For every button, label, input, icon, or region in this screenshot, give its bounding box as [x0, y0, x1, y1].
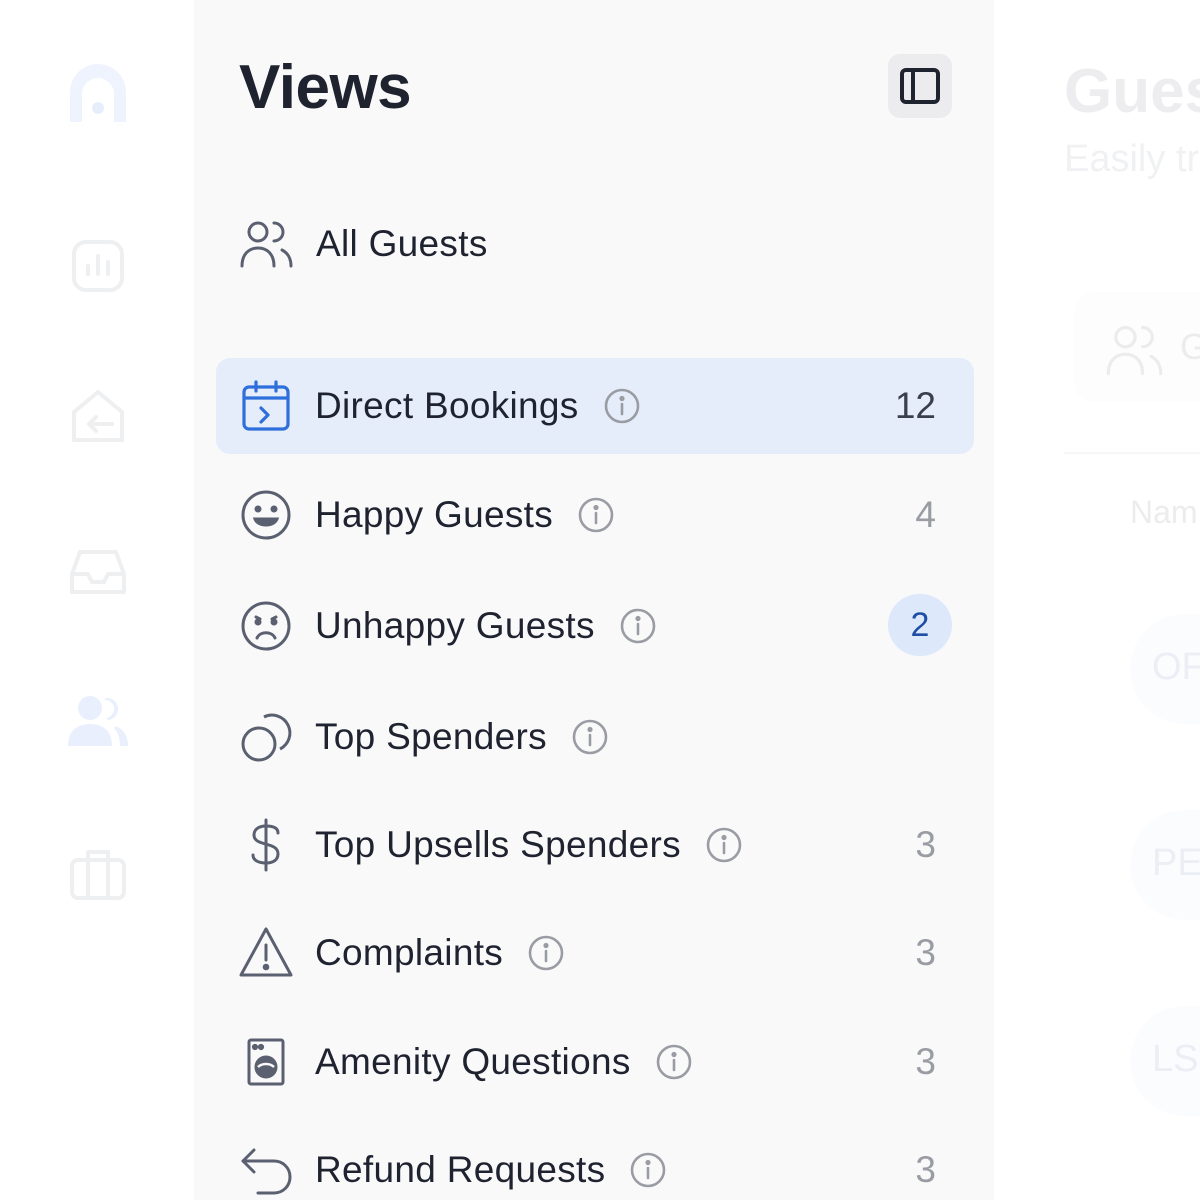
briefcase-icon[interactable] [64, 840, 132, 908]
view-count-badge: 2 [888, 594, 952, 656]
users-icon [238, 216, 294, 272]
warning-icon [238, 925, 294, 981]
info-icon[interactable] [577, 496, 615, 534]
smile-icon [238, 487, 294, 543]
view-label: Amenity Questions [315, 1041, 631, 1082]
info-icon[interactable] [619, 607, 657, 645]
column-header-name: Nam [1130, 494, 1198, 530]
view-all-guests[interactable]: All Guests [216, 196, 974, 292]
info-icon[interactable] [571, 718, 609, 756]
view-refund-requests[interactable]: Refund Requests 3 [216, 1122, 974, 1200]
info-icon[interactable] [603, 387, 641, 425]
avatar-initials: LS [1152, 1038, 1199, 1080]
info-icon[interactable] [527, 934, 565, 972]
main-content: Gues Easily tr G Nam OF PE LS [994, 0, 1200, 1200]
view-count: 3 [915, 1041, 936, 1082]
avatar-initials: OF [1152, 646, 1200, 688]
page-title: Views [239, 53, 412, 122]
avatar-initials: PE [1152, 842, 1200, 884]
view-unhappy-guests[interactable]: Unhappy Guests 2 [216, 578, 974, 674]
view-label: Refund Requests [315, 1149, 606, 1190]
dollar-icon [238, 817, 294, 873]
sidebar-toggle-icon [896, 62, 944, 110]
logo-icon[interactable] [64, 60, 132, 128]
guests-tab-label: G [1180, 326, 1200, 367]
coins-icon [238, 709, 294, 765]
view-top-upsells-spenders[interactable]: Top Upsells Spenders 3 [216, 797, 974, 893]
calendar-icon [238, 378, 294, 434]
view-label: Top Spenders [315, 716, 547, 757]
inbox-icon[interactable] [64, 536, 132, 604]
washer-icon [238, 1034, 294, 1090]
view-complaints[interactable]: Complaints 3 [216, 905, 974, 1001]
view-label: Unhappy Guests [315, 605, 595, 646]
guests-icon[interactable] [64, 688, 132, 756]
view-count: 3 [915, 1149, 936, 1190]
view-count: 3 [915, 824, 936, 865]
view-count: 3 [915, 932, 936, 973]
info-icon[interactable] [705, 826, 743, 864]
view-amenity-questions[interactable]: Amenity Questions 3 [216, 1014, 974, 1110]
info-icon[interactable] [629, 1151, 667, 1189]
checkout-icon[interactable] [64, 382, 132, 450]
view-happy-guests[interactable]: Happy Guests 4 [216, 467, 974, 563]
avatar[interactable]: PE [1130, 810, 1200, 920]
view-label: Happy Guests [315, 494, 554, 535]
view-count: 4 [915, 494, 936, 535]
avatar[interactable]: OF [1130, 614, 1200, 724]
undo-icon [238, 1142, 294, 1198]
icon-rail [0, 0, 194, 1200]
info-icon[interactable] [655, 1043, 693, 1081]
users-icon [1104, 320, 1164, 380]
main-subtitle: Easily tr [1064, 138, 1200, 180]
view-count: 12 [894, 385, 936, 426]
divider [1064, 452, 1200, 454]
analytics-icon[interactable] [64, 232, 132, 300]
view-label: Direct Bookings [315, 385, 579, 426]
view-top-spenders[interactable]: Top Spenders [216, 689, 974, 785]
view-label: All Guests [316, 223, 488, 264]
view-label: Top Upsells Spenders [315, 824, 681, 865]
sidebar-toggle-button[interactable] [888, 54, 952, 118]
main-title: Gues [1064, 57, 1200, 126]
frown-icon [238, 598, 294, 654]
view-direct-bookings[interactable]: Direct Bookings 12 [216, 358, 974, 454]
view-label: Complaints [315, 932, 504, 973]
avatar[interactable]: LS [1130, 1006, 1200, 1116]
views-panel: Views All Guests Direct Bookings 12 Happ… [194, 0, 994, 1200]
